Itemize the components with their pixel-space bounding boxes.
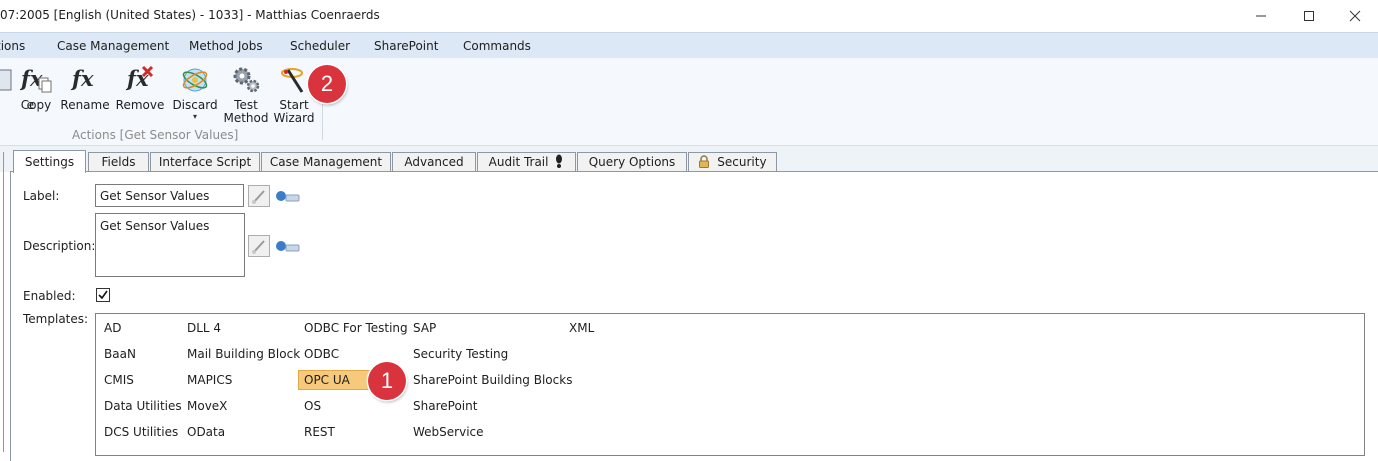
menu-item-method-jobs[interactable]: Method Jobs (189, 39, 263, 53)
tab-label: Security (717, 155, 767, 169)
step-badge-2: 2 (308, 65, 346, 103)
tab-label: Fields (101, 155, 136, 169)
tab-interface-script[interactable]: Interface Script (150, 152, 260, 172)
template-item[interactable]: MoveX (182, 396, 227, 416)
enabled-checkbox[interactable] (96, 288, 110, 302)
brush-icon (252, 240, 265, 254)
atom-icon (179, 64, 211, 96)
padlock-icon (699, 155, 710, 168)
templates-list: AD BaaN CMIS Data Utilities DCS Utilitie… (95, 313, 1365, 456)
tab-label: Advanced (404, 155, 464, 169)
menu-item-actions[interactable]: tions (0, 39, 25, 53)
tab-security[interactable]: Security (688, 152, 777, 172)
template-item[interactable]: SAP (408, 318, 436, 338)
ribbon: e fx Copy fx Rename fx Remove Discard ▾ … (0, 58, 1378, 146)
tab-settings[interactable]: Settings (13, 150, 86, 173)
checkmark-icon (98, 290, 108, 300)
label-translate-icon[interactable] (275, 189, 301, 207)
footprint-icon (556, 154, 563, 168)
wizard-wand-icon (278, 64, 310, 96)
template-item[interactable]: REST (299, 422, 335, 442)
template-item[interactable]: SharePoint (408, 396, 477, 416)
left-panel-edge (0, 152, 4, 452)
discard-dropdown-icon[interactable]: ▾ (193, 112, 197, 121)
label-caption: Label: (23, 189, 60, 203)
template-item[interactable]: Mail Building Block (182, 344, 300, 364)
remove-button[interactable]: fx Remove (115, 60, 165, 130)
menu-item-scheduler[interactable]: Scheduler (290, 39, 350, 53)
tab-label: Settings (24, 155, 75, 169)
maximize-icon (1304, 10, 1314, 21)
template-item[interactable]: Security Testing (408, 344, 508, 364)
tab-advanced[interactable]: Advanced (392, 152, 476, 172)
tab-query-options[interactable]: Query Options (577, 152, 687, 172)
fx-copy-icon: fx (19, 64, 52, 96)
description-translate-icon[interactable] (275, 239, 301, 257)
gears-icon (230, 64, 262, 96)
step-badge-1: 1 (368, 362, 406, 400)
menu-item-commands[interactable]: Commands (463, 39, 531, 53)
tab-label: Audit Trail (488, 155, 549, 169)
tab-strip: Settings Fields Interface Script Case Ma… (0, 146, 1378, 173)
template-item[interactable]: WebService (408, 422, 484, 442)
description-input[interactable]: Get Sensor Values (95, 213, 245, 277)
svg-text:fx: fx (70, 66, 94, 91)
minimize-icon (1256, 15, 1266, 16)
template-item[interactable]: Data Utilities (99, 396, 182, 416)
title-bar: 07:2005 [English (United States) - 1033]… (0, 0, 1378, 32)
ribbon-label-rename: Rename (60, 98, 110, 112)
template-item[interactable]: SharePoint Building Blocks (408, 370, 572, 390)
template-item[interactable]: DCS Utilities (99, 422, 178, 442)
window-title: 07:2005 [English (United States) - 1033]… (0, 8, 380, 22)
template-item[interactable]: XML (564, 318, 594, 338)
ribbon-group-label: Actions [Get Sensor Values] (72, 128, 239, 142)
description-caption: Description: (23, 239, 96, 253)
menu-item-sharepoint[interactable]: SharePoint (374, 39, 438, 53)
rename-button[interactable]: fx Rename (60, 60, 110, 130)
copy-button[interactable]: fx Copy (11, 60, 61, 130)
templates-caption: Templates: (23, 312, 89, 326)
close-button[interactable] (1332, 0, 1378, 31)
tab-case-management[interactable]: Case Management (261, 152, 391, 172)
label-edit-button[interactable] (248, 185, 270, 207)
tab-audit-trail[interactable]: Audit Trail (477, 152, 576, 172)
ribbon-label-start-wizard: Start Wizard (273, 98, 315, 125)
description-edit-button[interactable] (248, 235, 270, 257)
tab-label: Interface Script (158, 155, 252, 169)
template-item[interactable]: ODBC For Testing (299, 318, 408, 338)
template-item[interactable]: ODBC (299, 344, 339, 364)
tab-label: Query Options (588, 155, 676, 169)
enabled-caption: Enabled: (23, 289, 76, 303)
close-icon (1349, 10, 1361, 21)
menu-item-case-management[interactable]: Case Management (57, 39, 169, 53)
template-item[interactable]: BaaN (99, 344, 136, 364)
fx-remove-icon: fx (124, 64, 156, 96)
brush-icon (252, 190, 265, 204)
template-item[interactable]: AD (99, 318, 121, 338)
minimize-button[interactable] (1238, 0, 1284, 31)
template-item[interactable]: MAPICS (182, 370, 232, 390)
ribbon-label-remove: Remove (115, 98, 165, 112)
fx-rename-icon: fx (69, 64, 101, 96)
maximize-button[interactable] (1286, 0, 1332, 31)
template-item[interactable]: OS (299, 396, 321, 416)
tab-fields[interactable]: Fields (88, 152, 149, 172)
menu-bar: tions Case Management Method Jobs Schedu… (0, 32, 1378, 58)
template-item[interactable]: DLL 4 (182, 318, 221, 338)
template-item[interactable]: CMIS (99, 370, 134, 390)
tab-label: Case Management (269, 155, 383, 169)
label-input[interactable]: Get Sensor Values (95, 184, 244, 207)
template-item[interactable]: OData (182, 422, 225, 442)
